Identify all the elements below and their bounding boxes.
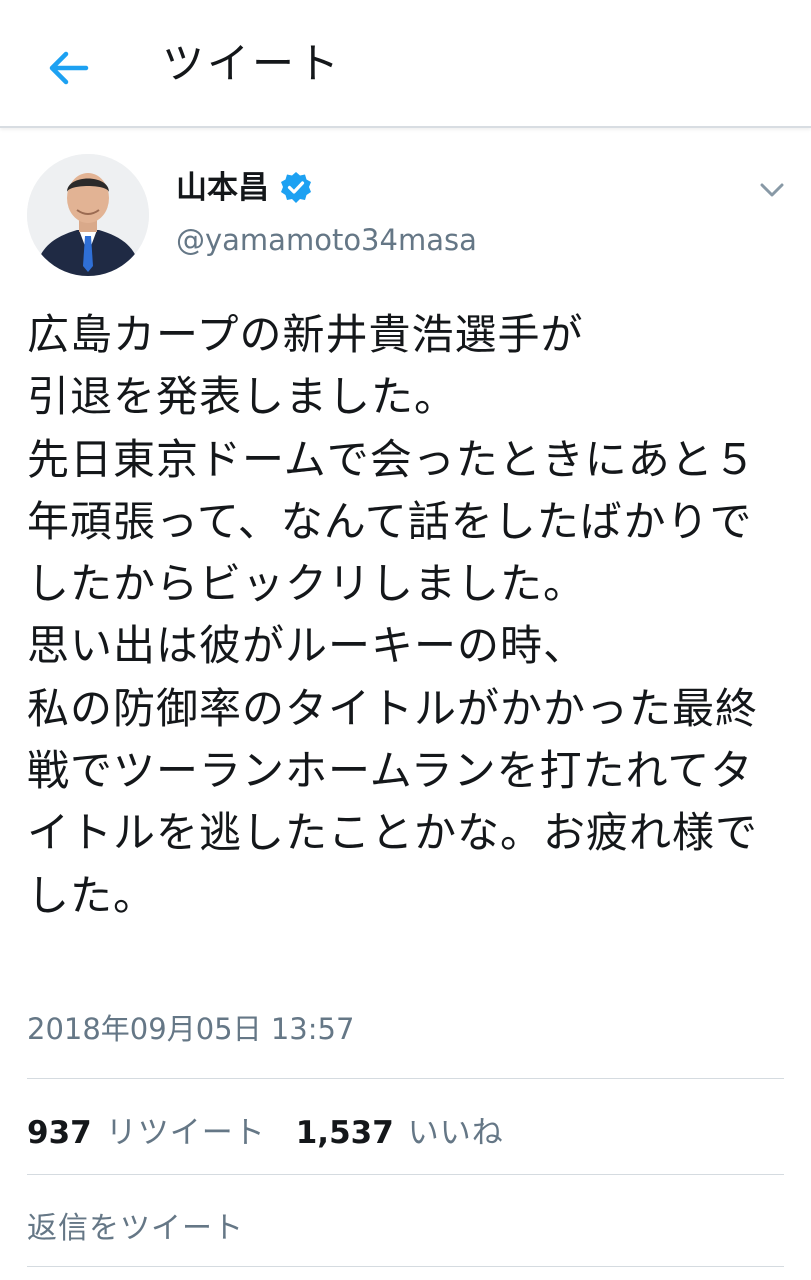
- like-count: 1,537: [295, 1114, 394, 1151]
- avatar[interactable]: [27, 154, 149, 276]
- retweet-count: 937: [27, 1114, 92, 1151]
- retweet-stat[interactable]: 937 リツイート: [27, 1107, 266, 1152]
- retweet-label: リツイート: [105, 1114, 266, 1151]
- arrow-left-icon: [49, 51, 89, 85]
- tweet-text: 広島カープの新井貴浩選手が 引退を発表しました。 先日東京ドームで会ったときにあ…: [27, 310, 759, 920]
- page-title: ツイート: [162, 39, 343, 88]
- verified-badge-icon: [279, 171, 313, 205]
- tweet-author: 山本昌 @yamamoto34masa: [0, 128, 811, 288]
- chevron-down-icon: [760, 183, 784, 197]
- divider: [27, 1266, 784, 1267]
- like-label: いいね: [407, 1114, 504, 1151]
- top-bar: ツイート: [0, 0, 811, 128]
- author-handle[interactable]: @yamamoto34masa: [176, 222, 477, 258]
- back-button[interactable]: [40, 40, 96, 96]
- like-stat[interactable]: 1,537 いいね: [296, 1107, 504, 1152]
- divider: [27, 1174, 784, 1175]
- tweet-timestamp[interactable]: 2018年09月05日 13:57: [27, 1010, 354, 1048]
- author-name-row[interactable]: 山本昌: [176, 168, 313, 208]
- divider: [27, 1078, 784, 1079]
- reply-input[interactable]: [27, 1206, 767, 1250]
- tweet-menu-button[interactable]: [756, 174, 788, 206]
- tweet-stats: 937 リツイート 1,537 いいね: [27, 1107, 504, 1151]
- display-name: 山本昌: [176, 170, 269, 206]
- avatar-image: [27, 154, 149, 276]
